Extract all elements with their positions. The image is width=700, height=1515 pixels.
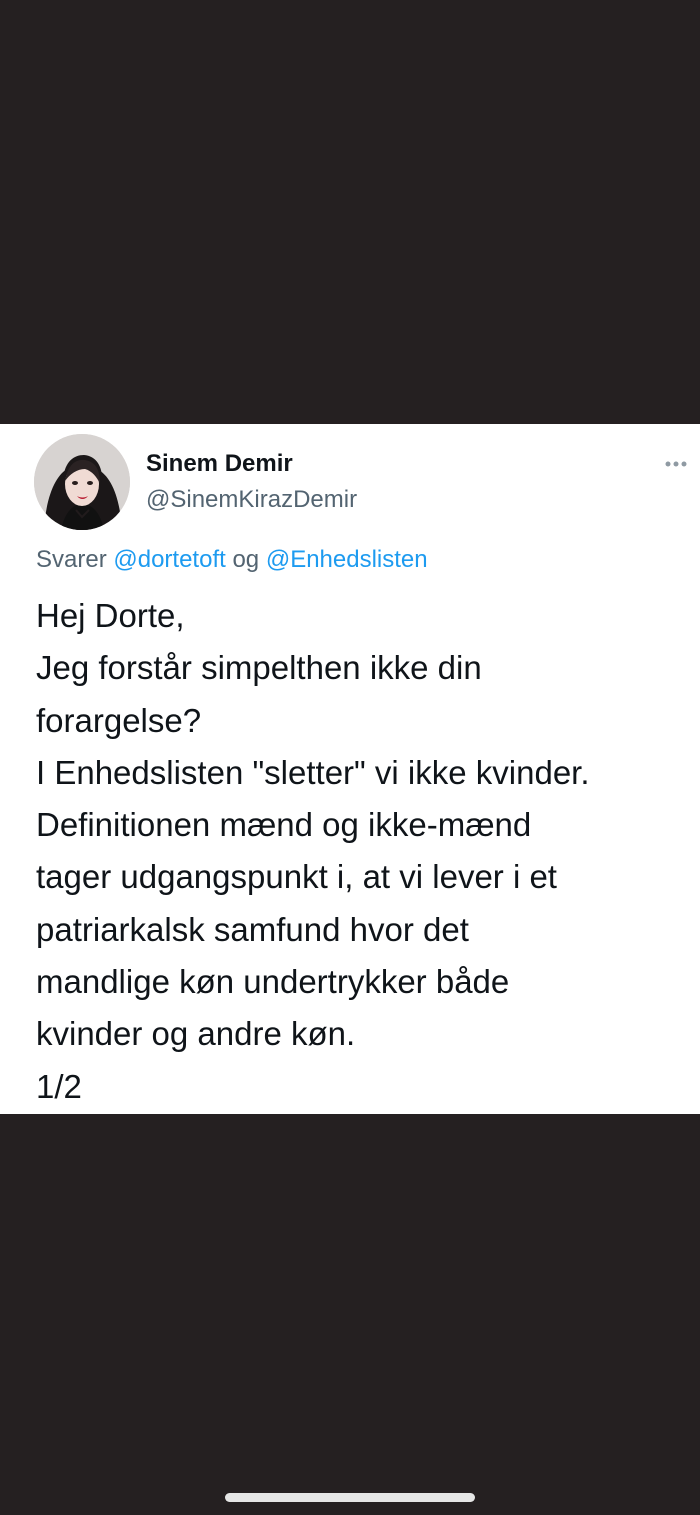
home-indicator[interactable] bbox=[225, 1493, 475, 1502]
reply-joiner: og bbox=[232, 546, 260, 573]
profile-photo-icon bbox=[34, 434, 130, 530]
tweet-text-line: mandlige køn undertrykker både bbox=[36, 963, 510, 1001]
screenshot-screen: Sinem Demir @SinemKirazDemir Svarer @dor… bbox=[0, 0, 700, 1515]
tweet-text-line: I Enhedslisten "sletter" vi ikke kvinder… bbox=[36, 753, 590, 791]
tweet-text-line: kvinder og andre køn. bbox=[36, 1015, 356, 1053]
tweet-text-line: Hej Dorte, bbox=[36, 597, 185, 634]
tweet-text: Hej Dorte, Jeg forstår simpelthen ikke d… bbox=[36, 590, 696, 1113]
more-options-icon[interactable] bbox=[662, 454, 690, 474]
avatar[interactable] bbox=[34, 434, 130, 530]
tweet-text-line: Definitionen mænd og ikke-mænd bbox=[36, 806, 532, 844]
thread-counter: 1/2 bbox=[36, 1067, 82, 1105]
tweet-text-line: forargelse? bbox=[36, 701, 202, 739]
author-handle[interactable]: @SinemKirazDemir bbox=[146, 484, 357, 516]
mention-enhedslisten[interactable]: @Enhedslisten bbox=[266, 546, 428, 573]
reply-prefix: Svarer bbox=[36, 546, 107, 573]
author-display-name[interactable]: Sinem Demir bbox=[146, 448, 293, 480]
tweet-text-line: tager udgangspunkt i, at vi lever i et bbox=[36, 858, 557, 896]
mention-dortetoft[interactable]: @dortetoft bbox=[113, 546, 225, 573]
reply-context: Svarer @dortetoft og @Enhedslisten bbox=[36, 544, 428, 576]
tweet-text-line: patriarkalsk samfund hvor det bbox=[36, 910, 469, 948]
tweet-text-line: Jeg forstår simpelthen ikke din bbox=[36, 649, 482, 687]
